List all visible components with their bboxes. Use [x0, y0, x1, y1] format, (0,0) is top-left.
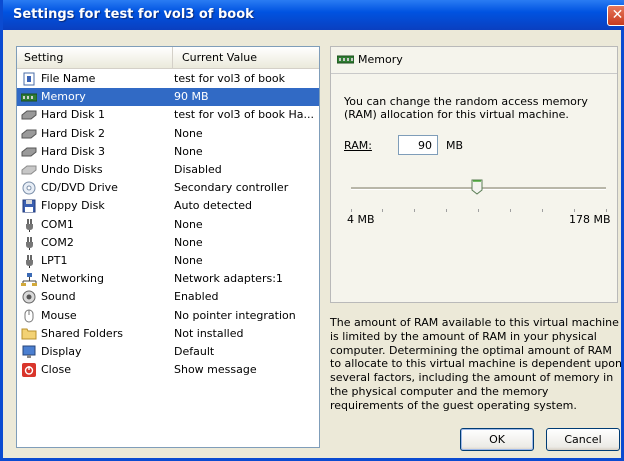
settings-window: Settings for test for vol3 of book ✕ Set…	[0, 0, 624, 461]
setting-name: COM2	[41, 235, 74, 249]
list-item-hard-disk-1[interactable]: Hard Disk 1 test for vol3 of book Ha...	[17, 106, 319, 124]
setting-name: Undo Disks	[41, 163, 103, 176]
setting-value: Show message	[174, 363, 257, 377]
setting-name: Hard Disk 3	[41, 144, 105, 158]
cancel-button[interactable]: Cancel	[546, 428, 620, 451]
column-header-current-value[interactable]: Current Value	[173, 47, 319, 69]
setting-value: None	[174, 235, 203, 249]
column-header-setting[interactable]: Setting	[17, 47, 173, 69]
list-item-hard-disk-2[interactable]: Hard Disk 2 None	[17, 125, 319, 143]
list-item-com1[interactable]: COM1 None	[17, 216, 319, 234]
setting-name: Sound	[41, 290, 76, 304]
slider-min-label: 4 MB	[347, 213, 375, 226]
setting-value: Network adapters:1	[174, 272, 283, 286]
memory-icon	[337, 55, 354, 64]
mouse-icon	[21, 309, 37, 323]
title-bar[interactable]: Settings for test for vol3 of book ✕	[3, 0, 624, 30]
file-icon	[21, 72, 37, 86]
setting-name: LPT1	[41, 254, 68, 267]
setting-value: Enabled	[174, 290, 219, 304]
setting-value: None	[174, 254, 203, 267]
setting-name: File Name	[41, 72, 96, 85]
setting-value: Disabled	[174, 163, 222, 176]
port-icon	[21, 236, 37, 250]
help-text: The amount of RAM available to this virt…	[330, 316, 622, 412]
list-item-file-name[interactable]: File Name test for vol3 of book	[17, 70, 319, 88]
list-item-shared-folders[interactable]: Shared Folders Not installed	[17, 325, 319, 343]
setting-value: test for vol3 of book	[174, 72, 285, 85]
setting-value: 90 MB	[174, 90, 209, 104]
setting-name: Networking	[41, 272, 104, 286]
slider-max-label: 178 MB	[569, 213, 611, 226]
list-item-display[interactable]: Display Default	[17, 343, 319, 361]
setting-value: Auto detected	[174, 199, 252, 213]
hard-disk-icon	[21, 108, 37, 122]
setting-value: Default	[174, 345, 215, 358]
port-icon	[21, 254, 37, 268]
setting-name: Close	[41, 363, 71, 377]
ram-unit: MB	[446, 139, 464, 152]
memory-icon	[21, 90, 37, 104]
display-icon	[21, 345, 37, 359]
setting-value: None	[174, 126, 203, 140]
setting-name: Display	[41, 345, 82, 358]
hard-disk-icon	[21, 127, 37, 141]
list-item-floppy-disk[interactable]: Floppy Disk Auto detected	[17, 197, 319, 215]
memory-description: You can change the random access memory …	[344, 95, 588, 121]
window-title: Settings for test for vol3 of book	[13, 7, 254, 22]
hard-disk-icon	[21, 145, 37, 159]
setting-name: Hard Disk 1	[41, 108, 105, 122]
setting-name: COM1	[41, 217, 74, 231]
setting-name: Shared Folders	[41, 326, 123, 340]
port-icon	[21, 218, 37, 232]
folder-icon	[21, 327, 37, 341]
close-icon[interactable]: ✕	[607, 5, 624, 26]
list-item-hard-disk-3[interactable]: Hard Disk 3 None	[17, 143, 319, 161]
settings-list[interactable]: Setting Current Value File Name test for …	[16, 46, 320, 448]
detail-header: Memory	[331, 47, 617, 74]
ram-input[interactable]	[398, 135, 438, 155]
ram-slider-thumb[interactable]	[471, 179, 483, 195]
floppy-icon	[21, 199, 37, 213]
list-item-networking[interactable]: Networking Network adapters:1	[17, 270, 319, 288]
setting-value: No pointer integration	[174, 308, 296, 322]
list-item-lpt1[interactable]: LPT1 None	[17, 252, 319, 270]
list-item-undo-disks[interactable]: Undo Disks Disabled	[17, 161, 319, 179]
cd-dvd-icon	[21, 181, 37, 195]
ram-label: RAM:	[344, 139, 372, 152]
undo-disk-icon	[21, 163, 37, 177]
setting-value: Secondary controller	[174, 181, 289, 195]
setting-name: Hard Disk 2	[41, 126, 105, 140]
memory-detail-panel: Memory You can change the random access …	[330, 46, 618, 303]
network-icon	[21, 272, 37, 287]
list-item-mouse[interactable]: Mouse No pointer integration	[17, 307, 319, 325]
list-item-memory[interactable]: Memory 90 MB	[17, 88, 319, 107]
ok-button[interactable]: OK	[460, 428, 534, 451]
setting-value: None	[174, 144, 203, 158]
speaker-icon	[21, 290, 37, 304]
power-icon	[21, 363, 37, 378]
setting-value: Not installed	[174, 326, 244, 340]
list-item-sound[interactable]: Sound Enabled	[17, 288, 319, 306]
list-item-cd-dvd-drive[interactable]: CD/DVD Drive Secondary controller	[17, 179, 319, 197]
list-item-com2[interactable]: COM2 None	[17, 234, 319, 252]
detail-heading: Memory	[358, 53, 403, 66]
setting-name: CD/DVD Drive	[41, 181, 118, 195]
list-item-close[interactable]: Close Show message	[17, 361, 319, 379]
setting-value: test for vol3 of book Ha...	[174, 108, 314, 122]
setting-name: Memory	[41, 90, 86, 104]
setting-name: Mouse	[41, 308, 77, 322]
setting-name: Floppy Disk	[41, 199, 105, 213]
setting-value: None	[174, 217, 203, 231]
